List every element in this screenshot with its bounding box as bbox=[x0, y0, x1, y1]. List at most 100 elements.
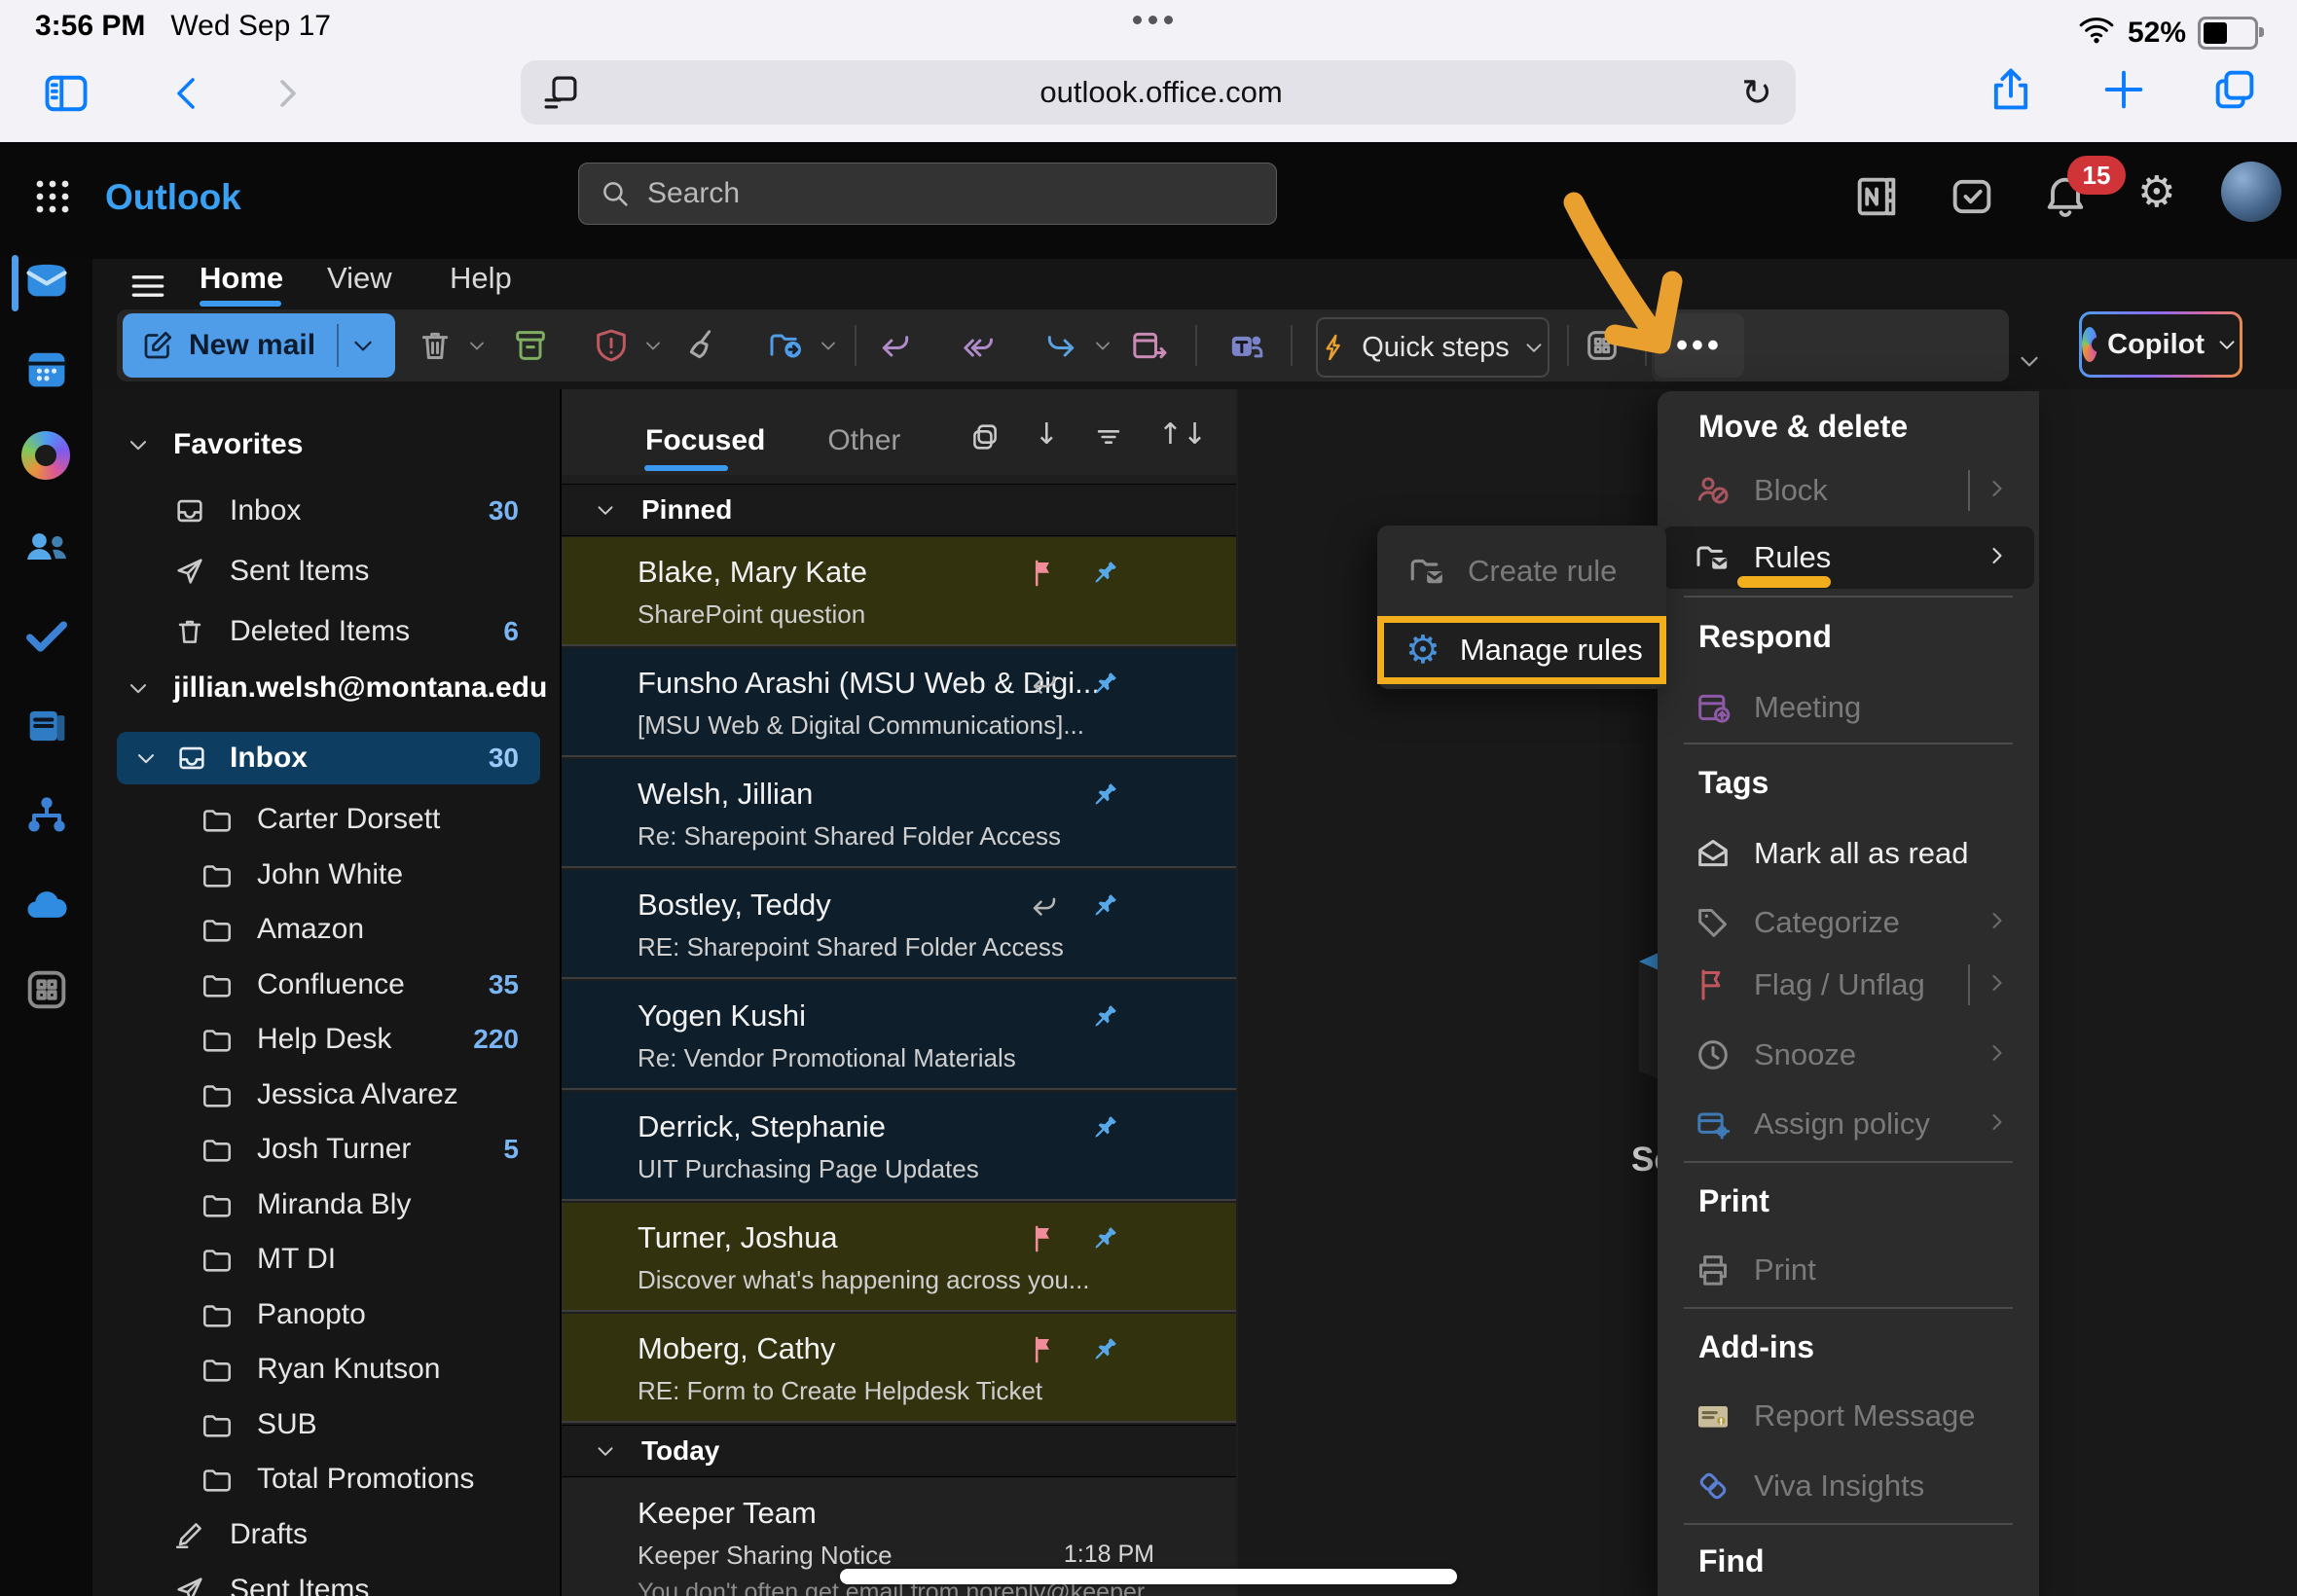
home-indicator[interactable] bbox=[840, 1569, 1457, 1584]
subfolder-item[interactable]: SUB bbox=[117, 1398, 540, 1451]
notifications-button[interactable]: 15 bbox=[2040, 171, 2091, 227]
menu-item-viva-insights[interactable]: Viva Insights bbox=[1662, 1458, 2034, 1514]
rail-item-news[interactable] bbox=[21, 701, 72, 756]
address-bar[interactable]: outlook.office.com ↻ bbox=[521, 60, 1796, 125]
message-row[interactable]: Yogen Kushi Re: Vendor Promotional Mater… bbox=[562, 981, 1236, 1090]
menu-item-snooze[interactable]: Snooze bbox=[1662, 1027, 2034, 1083]
toolbar-report-shield-button[interactable] bbox=[588, 313, 635, 378]
subfolder-item[interactable]: Josh Turner5 bbox=[117, 1123, 540, 1176]
submenu-item-manage-rules[interactable]: ⚙ Manage rules bbox=[1377, 616, 1666, 684]
message-row[interactable]: Welsh, Jillian Re: Sharepoint Shared Fol… bbox=[562, 759, 1236, 868]
subfolder-item[interactable]: Confluence35 bbox=[117, 959, 540, 1011]
account-header[interactable]: jillian.welsh@montana.edu bbox=[125, 671, 547, 705]
outlook-logo[interactable]: Outlook bbox=[105, 177, 241, 218]
quick-steps-button[interactable]: Quick steps bbox=[1316, 317, 1550, 378]
new-mail-chevron-icon[interactable] bbox=[348, 331, 378, 360]
toolbar-move-to-chevron[interactable] bbox=[814, 313, 843, 378]
subfolder-item[interactable]: Ryan Knutson bbox=[117, 1343, 540, 1396]
rail-item-people[interactable] bbox=[21, 522, 72, 577]
tab-view[interactable]: View bbox=[327, 261, 392, 296]
menu-item-print[interactable]: Print bbox=[1662, 1242, 2034, 1298]
message-row[interactable]: Derrick, Stephanie UIT Purchasing Page U… bbox=[562, 1092, 1236, 1201]
toolbar-forward-button[interactable] bbox=[1038, 313, 1084, 378]
favorites-header[interactable]: Favorites bbox=[125, 428, 303, 461]
menu-item-rules[interactable]: Rules bbox=[1662, 526, 2034, 589]
toolbar-report-shield-chevron[interactable] bbox=[638, 313, 668, 378]
new-tab-button[interactable] bbox=[2098, 64, 2149, 115]
subfolder-item[interactable]: Carter Dorsett bbox=[117, 793, 540, 846]
submenu-item-create-rule[interactable]: Create rule bbox=[1394, 539, 1657, 603]
menu-item-assign-policy[interactable]: Assign policy bbox=[1662, 1096, 2034, 1152]
todo-icon[interactable] bbox=[1947, 171, 1997, 222]
subfolder-item[interactable]: Amazon bbox=[117, 903, 540, 956]
toolbar-teams-button[interactable] bbox=[1222, 313, 1269, 378]
message-row[interactable]: Turner, Joshua Discover what's happening… bbox=[562, 1203, 1236, 1312]
menu-item-meeting[interactable]: Meeting bbox=[1662, 679, 2034, 736]
subfolder-item[interactable]: Total Promotions bbox=[117, 1453, 540, 1505]
onenote-icon[interactable] bbox=[1851, 171, 1902, 222]
settings-gear-icon[interactable]: ⚙ bbox=[2137, 167, 2175, 217]
toolbar-delete-button[interactable] bbox=[412, 313, 458, 378]
safari-sidebar-button[interactable] bbox=[41, 68, 91, 119]
rail-item-onedrive[interactable] bbox=[21, 881, 72, 936]
subfolder-item[interactable]: Miranda Bly bbox=[117, 1179, 540, 1231]
share-button[interactable] bbox=[1986, 64, 2036, 115]
page-settings-icon[interactable] bbox=[540, 72, 581, 113]
menu-item-block[interactable]: Block bbox=[1662, 462, 2034, 519]
back-button[interactable] bbox=[164, 70, 210, 117]
move-down-icon[interactable]: ↓ bbox=[1035, 417, 1059, 452]
rail-item-more-apps[interactable] bbox=[21, 964, 72, 1020]
toolbar-sweep-button[interactable] bbox=[679, 313, 726, 378]
message-row[interactable]: Blake, Mary Kate SharePoint question bbox=[562, 537, 1236, 646]
section-header-today[interactable]: Today bbox=[562, 1425, 1236, 1477]
tab-home[interactable]: Home bbox=[200, 261, 283, 296]
filter-icon[interactable] bbox=[1092, 420, 1125, 453]
new-mail-button[interactable]: New mail bbox=[123, 313, 395, 378]
rail-item-org-chart[interactable] bbox=[21, 790, 72, 846]
menu-item-report-message[interactable]: Report Message bbox=[1662, 1388, 2034, 1444]
section-header-pinned[interactable]: Pinned bbox=[562, 484, 1236, 536]
rail-item-calendar[interactable] bbox=[21, 344, 72, 399]
app-launcher-button[interactable] bbox=[29, 173, 76, 220]
favorite-item[interactable]: Sent Items bbox=[117, 545, 540, 598]
copilot-button[interactable]: Copilot bbox=[2079, 311, 2242, 378]
search-input[interactable]: Search bbox=[578, 163, 1277, 225]
folder-item-drafts[interactable]: Drafts bbox=[117, 1508, 540, 1561]
toolbar-forward-chevron[interactable] bbox=[1088, 313, 1117, 378]
tab-other[interactable]: Other bbox=[827, 424, 900, 457]
subfolder-item[interactable]: MT DI bbox=[117, 1233, 540, 1286]
toolbar-delete-chevron[interactable] bbox=[462, 313, 492, 378]
favorite-item[interactable]: Deleted Items6 bbox=[117, 605, 540, 658]
folder-item-sent-items[interactable]: Sent Items bbox=[117, 1564, 540, 1596]
subfolder-item[interactable]: Jessica Alvarez bbox=[117, 1069, 540, 1121]
toolbar-archive-button[interactable] bbox=[507, 313, 554, 378]
tab-help[interactable]: Help bbox=[450, 261, 512, 296]
menu-item-mark-all-as-read[interactable]: Mark all as read bbox=[1662, 825, 2034, 882]
toolbar-calendar-forward-button[interactable] bbox=[1125, 313, 1172, 378]
subfolder-item[interactable]: John White bbox=[117, 849, 540, 901]
favorite-item[interactable]: Inbox30 bbox=[117, 485, 540, 537]
reload-icon[interactable]: ↻ bbox=[1741, 71, 1772, 114]
avatar[interactable] bbox=[2221, 162, 2281, 222]
subfolder-item[interactable]: Help Desk220 bbox=[117, 1013, 540, 1066]
sort-icon[interactable]: ↑↓ bbox=[1158, 417, 1207, 452]
rail-item-todo[interactable] bbox=[21, 610, 72, 666]
menu-item-categorize[interactable]: Categorize bbox=[1662, 894, 2034, 951]
hamburger-icon[interactable] bbox=[127, 265, 169, 308]
message-row[interactable]: Bostley, Teddy RE: Sharepoint Shared Fol… bbox=[562, 870, 1236, 979]
message-row[interactable]: Moberg, Cathy RE: Form to Create Helpdes… bbox=[562, 1314, 1236, 1423]
select-messages-icon[interactable] bbox=[968, 420, 1002, 453]
subfolder-item[interactable]: Panopto bbox=[117, 1288, 540, 1341]
tab-focused[interactable]: Focused bbox=[645, 424, 765, 457]
menu-item-flag-unflag[interactable]: Flag / Unflag bbox=[1662, 957, 2034, 1013]
toolbar-reply-all-button[interactable] bbox=[956, 313, 1003, 378]
message-row[interactable]: Funsho Arashi (MSU Web & Digi... [MSU We… bbox=[562, 648, 1236, 757]
tabs-button[interactable] bbox=[2209, 64, 2260, 115]
toolbar-move-to-button[interactable] bbox=[763, 313, 810, 378]
rail-item-copilot[interactable] bbox=[21, 431, 70, 480]
rail-item-mail[interactable] bbox=[21, 254, 72, 309]
forward-button[interactable] bbox=[265, 70, 311, 117]
folder-inbox-selected[interactable]: Inbox 30 bbox=[117, 732, 540, 784]
toolbar-reply-button[interactable] bbox=[872, 313, 919, 378]
ribbon-collapse-chevron-icon[interactable] bbox=[2015, 346, 2044, 376]
